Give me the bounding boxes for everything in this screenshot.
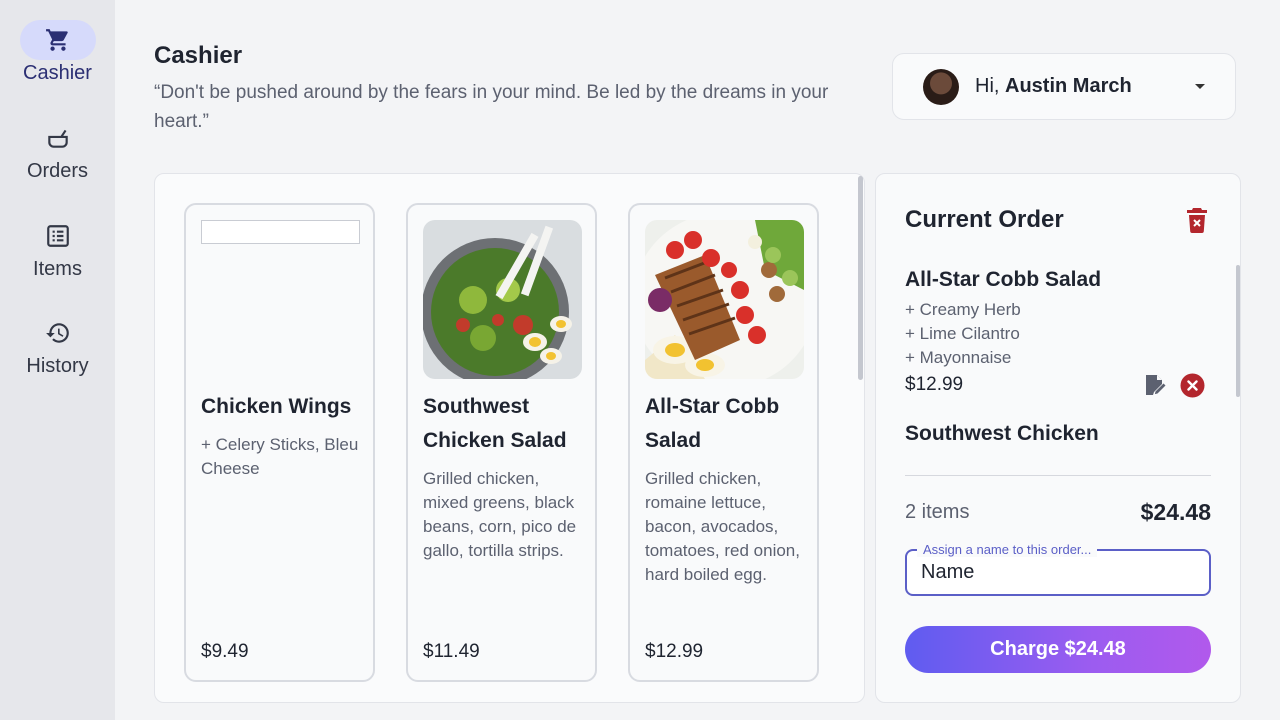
items-scrollbar[interactable] [858, 176, 863, 380]
user-name: Austin March [1005, 75, 1132, 97]
menu-item-price: $12.99 [645, 641, 704, 662]
menu-item-card[interactable]: Chicken Wings + Celery Sticks, Bleu Chee… [184, 203, 375, 682]
sidebar-item-label: History [26, 355, 89, 377]
menu-item-price: $9.49 [201, 641, 249, 662]
cart-icon [19, 20, 96, 60]
order-item-name: Southwest Chicken [905, 422, 1099, 445]
list-icon [20, 216, 96, 256]
menu-item-description: Grilled chicken, romaine lettuce, bacon,… [645, 469, 800, 584]
order-item-count: 2 items [905, 501, 970, 523]
sidebar-item-label: Orders [26, 160, 89, 182]
menu-item-card[interactable]: All-Star Cobb Salad Grilled chicken, rom… [628, 203, 819, 682]
menu-item-description: + Celery Sticks, Bleu Cheese [201, 435, 359, 478]
edit-icon[interactable] [1143, 373, 1167, 397]
motivational-quote: “Don't be pushed around by the fears in … [154, 82, 829, 132]
avatar [923, 68, 959, 105]
menu-item-card[interactable]: Southwest Chicken Salad Grilled chicken,… [406, 203, 597, 682]
order-item-modifier: + Mayonnaise [905, 348, 1012, 367]
menu-item-price: $11.49 [423, 641, 480, 662]
sidebar-item-label: Items [33, 258, 82, 280]
order-total: $24.48 [1140, 499, 1211, 525]
order-item-modifier: + Creamy Herb [905, 300, 1021, 319]
menu-item-name: All-Star Cobb Salad [645, 395, 780, 452]
order-name-field: Assign a name to this order... [905, 542, 1211, 596]
divider [905, 475, 1211, 476]
charge-button[interactable]: Charge $24.48 [905, 626, 1211, 673]
menu-item-name: Chicken Wings [201, 395, 352, 418]
greeting-text: Hi, [975, 75, 1000, 97]
order-item-price: $12.99 [905, 374, 964, 395]
order-item-modifier: + Lime Cilantro [905, 324, 1020, 343]
user-menu[interactable]: Hi, Austin March [892, 53, 1236, 120]
sidebar-item-history[interactable]: History [0, 313, 115, 378]
sidebar: Cashier Orders Items History [0, 0, 115, 720]
order-item-name: All-Star Cobb Salad [905, 268, 1102, 291]
sidebar-item-label: Cashier [23, 62, 92, 84]
menu-item-description: Grilled chicken, mixed greens, black bea… [423, 469, 577, 560]
menu-item-name: Southwest Chicken Salad [423, 395, 567, 452]
remove-item-icon[interactable] [1180, 373, 1205, 398]
user-greeting: Hi, Austin March [975, 75, 1132, 98]
sidebar-item-cashier[interactable]: Cashier [0, 20, 115, 85]
pot-icon [20, 118, 96, 158]
sidebar-item-orders[interactable]: Orders [0, 118, 115, 183]
broken-image-icon [201, 220, 360, 244]
order-scrollbar[interactable] [1236, 265, 1240, 397]
cobb-salad-photo [645, 220, 804, 379]
order-name-label: Assign a name to this order... [917, 542, 1098, 557]
chevron-down-icon [1195, 84, 1205, 89]
order-name-input[interactable] [921, 561, 1191, 584]
trash-icon[interactable] [1185, 207, 1209, 234]
sidebar-item-items[interactable]: Items [0, 216, 115, 281]
page-title: Cashier [154, 42, 243, 69]
salad-bowl-photo [423, 220, 582, 379]
history-icon [20, 313, 96, 353]
order-title: Current Order [905, 206, 1064, 233]
